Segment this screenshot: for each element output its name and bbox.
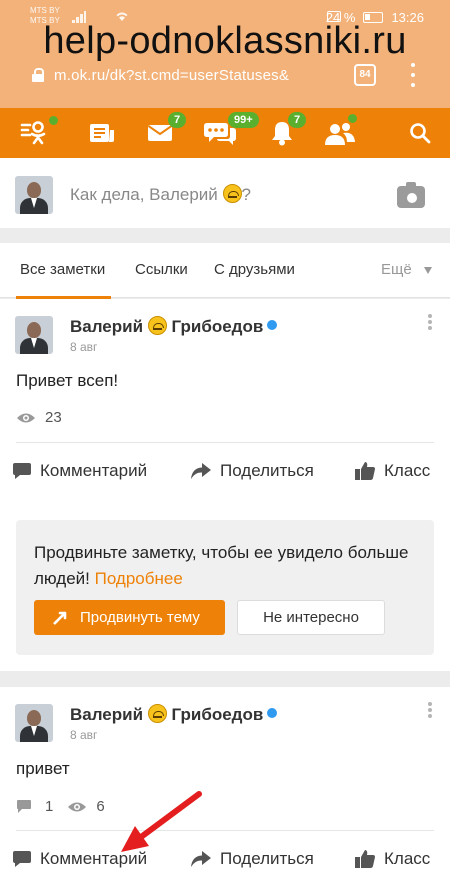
share-icon [191,463,211,479]
discussions-button[interactable]: 99+ [200,108,259,158]
rocket-icon [53,611,67,625]
compose-input[interactable]: Как дела, Валерий ? [70,184,251,205]
post-menu-icon[interactable] [428,314,432,330]
emoji-icon [147,704,167,723]
promote-topic-button[interactable]: Продвинуть тему [34,600,225,635]
top-nav: 7 99+ 7 [0,108,450,158]
notes-tabs: Все заметки Ссылки С друзьями Ещё [0,243,450,299]
friends-online-dot [347,113,358,124]
annotation-arrow-icon [121,791,202,852]
feed-button[interactable] [82,108,122,158]
address-bar[interactable]: m.ok.ru/dk?st.cmd=userStatuses& [18,59,338,91]
like-button[interactable]: Класс [354,461,430,481]
post-author[interactable]: Валерий Грибоедов [70,704,278,725]
divider [16,442,434,443]
post-text[interactable]: Привет всеп! [16,371,118,391]
ok-logo-icon [20,121,46,145]
chevron-down-icon[interactable] [424,267,432,274]
post-avatar[interactable] [15,316,53,354]
post-date: 8 авг [70,728,98,742]
verified-icon [267,708,278,718]
tab-with-friends[interactable]: С друзьями [214,261,295,278]
post-author[interactable]: Валерий Грибоедов [70,316,278,337]
comment-label: Комментарий [40,461,148,480]
post-card: Валерий Грибоедов 8 авг привет 1 6 Комме… [0,687,450,893]
post-date: 8 авг [70,340,98,354]
messages-button[interactable]: 7 [140,108,187,158]
compose-card: Как дела, Валерий ? [0,158,450,228]
comments-count: 1 [45,798,54,815]
feed-icon [90,124,114,142]
compose-placeholder: Как дела, Валерий [70,185,218,204]
envelope-icon [147,125,173,141]
promo-box: Продвиньте заметку, чтобы ее увидело бол… [16,520,434,655]
emoji-icon [147,316,167,335]
post-actions: Комментарий Поделиться Класс [0,461,450,491]
post-avatar[interactable] [15,704,53,742]
post-stats: 1 6 [16,798,105,815]
comment-icon [13,851,31,867]
post-stats: 23 [16,409,62,426]
author-first-name: Валерий [70,317,144,336]
tabs-count-button[interactable]: 84 [354,64,376,86]
post-actions: Комментарий Поделиться Класс [0,849,450,879]
like-label: Класс [384,849,431,868]
comment-count-icon [17,800,31,813]
emoji-icon [222,184,242,203]
author-first-name: Валерий [70,705,144,724]
friends-button[interactable] [320,108,360,158]
post-menu-icon[interactable] [428,702,432,718]
tab-more[interactable]: Ещё [381,261,412,278]
messages-badge: 7 [168,112,187,128]
eye-icon [68,802,87,811]
divider [16,830,434,831]
views-count: 23 [45,409,62,426]
notifications-badge: 7 [288,112,307,128]
share-button[interactable]: Поделиться [190,849,314,869]
tab-links[interactable]: Ссылки [135,261,188,278]
search-button[interactable] [400,108,440,158]
comment-button[interactable]: Комментарий [12,461,147,481]
author-last-name: Грибоедов [171,705,264,724]
ok-logo-menu-button[interactable] [14,108,59,158]
thumbs-up-icon [355,850,375,868]
verified-icon [267,320,278,330]
share-label: Поделиться [220,461,314,480]
online-dot [48,115,59,126]
share-label: Поделиться [220,849,314,868]
promo-message: Продвиньте заметку, чтобы ее увидело бол… [34,543,409,588]
compose-placeholder-end: ? [241,185,251,204]
browser-menu-icon[interactable] [410,63,416,87]
not-interested-button[interactable]: Не интересно [237,600,385,635]
camera-icon[interactable] [397,182,425,208]
search-icon [410,123,431,144]
promote-label: Продвинуть тему [80,609,200,626]
eye-icon [17,413,35,422]
promo-more-link[interactable]: Подробнее [95,569,183,588]
share-button[interactable]: Поделиться [190,461,314,481]
watermark: help-odnoklassniki.ru [43,20,407,62]
discussions-badge: 99+ [228,112,259,128]
carrier-1: MTS BY [30,6,60,15]
post-text[interactable]: привет [16,759,70,779]
like-button[interactable]: Класс [354,849,430,869]
promo-text: Продвиньте заметку, чтобы ее увидело бол… [34,540,414,592]
notifications-button[interactable]: 7 [262,108,307,158]
like-label: Класс [384,461,431,480]
views-count: 6 [96,798,105,815]
author-last-name: Грибоедов [171,317,264,336]
tab-all-notes[interactable]: Все заметки [15,261,112,299]
thumbs-up-icon [355,462,375,480]
comment-icon [13,463,31,479]
url-text[interactable]: m.ok.ru/dk?st.cmd=userStatuses& [54,67,324,84]
lock-icon [32,68,44,82]
avatar[interactable] [15,176,53,214]
